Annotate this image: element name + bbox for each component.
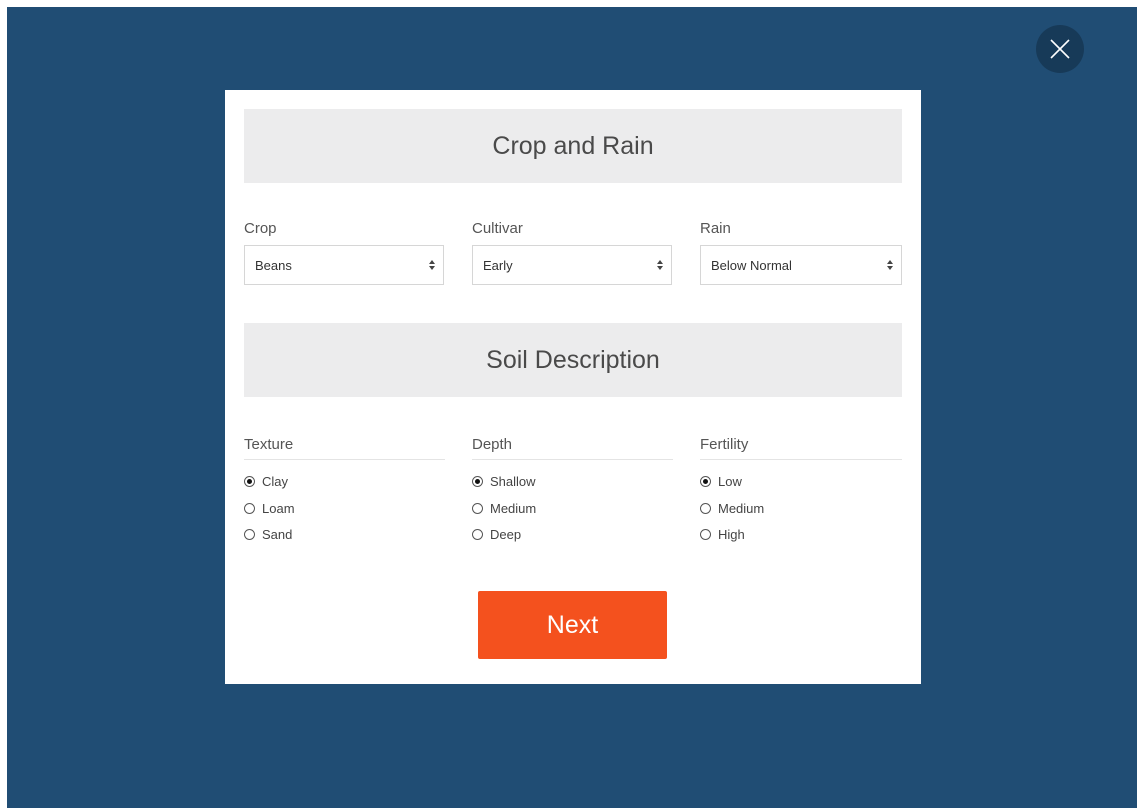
depth-group-title: Depth: [472, 437, 673, 460]
select-arrows-icon: [428, 259, 436, 271]
depth-option-deep[interactable]: Deep: [472, 526, 521, 542]
radio-unchecked-icon: [472, 528, 483, 540]
soil-description-title: Soil Description: [486, 345, 660, 374]
radio-label: Medium: [718, 500, 765, 516]
rain-label: Rain: [700, 220, 731, 237]
texture-group-title: Texture: [244, 437, 445, 460]
crop-rain-title: Crop and Rain: [492, 131, 654, 160]
crop-label: Crop: [244, 220, 277, 237]
close-button[interactable]: [1036, 25, 1084, 73]
radio-label: Sand: [262, 526, 293, 542]
close-icon: [1050, 39, 1070, 59]
radio-label: Shallow: [490, 473, 536, 489]
crop-select-value: Beans: [255, 257, 292, 273]
radio-checked-icon: [700, 475, 711, 487]
depth-option-shallow[interactable]: Shallow: [472, 473, 536, 489]
select-arrows-icon: [656, 259, 664, 271]
radio-label: Medium: [490, 500, 537, 516]
cultivar-select[interactable]: Early: [472, 245, 672, 285]
select-arrows-icon: [886, 259, 894, 271]
cultivar-label: Cultivar: [472, 220, 523, 237]
radio-unchecked-icon: [244, 528, 255, 540]
fertility-group-title: Fertility: [700, 437, 902, 460]
radio-label: Deep: [490, 526, 522, 542]
next-button-label: Next: [546, 610, 599, 639]
radio-unchecked-icon: [700, 502, 711, 514]
fertility-option-low[interactable]: Low: [700, 473, 742, 489]
crop-rain-header: Crop and Rain: [244, 109, 902, 183]
crop-soil-dialog: Crop and Rain Crop Cultivar Rain Beans E…: [225, 90, 921, 684]
depth-option-medium[interactable]: Medium: [472, 500, 536, 516]
radio-label: Clay: [262, 473, 289, 489]
radio-checked-icon: [244, 475, 255, 487]
rain-select[interactable]: Below Normal: [700, 245, 902, 285]
cultivar-select-value: Early: [483, 257, 513, 273]
fertility-option-medium[interactable]: Medium: [700, 500, 764, 516]
texture-option-clay[interactable]: Clay: [244, 473, 288, 489]
radio-label: Loam: [262, 500, 295, 516]
rain-select-value: Below Normal: [711, 257, 792, 273]
texture-option-sand[interactable]: Sand: [244, 526, 292, 542]
radio-label: High: [718, 526, 745, 542]
radio-unchecked-icon: [700, 528, 711, 540]
radio-unchecked-icon: [244, 502, 255, 514]
radio-label: Low: [718, 473, 742, 489]
radio-checked-icon: [472, 475, 483, 487]
next-button[interactable]: Next: [478, 591, 667, 659]
crop-select[interactable]: Beans: [244, 245, 444, 285]
soil-description-header: Soil Description: [244, 323, 902, 397]
fertility-option-high[interactable]: High: [700, 526, 745, 542]
texture-option-loam[interactable]: Loam: [244, 500, 295, 516]
radio-unchecked-icon: [472, 502, 483, 514]
